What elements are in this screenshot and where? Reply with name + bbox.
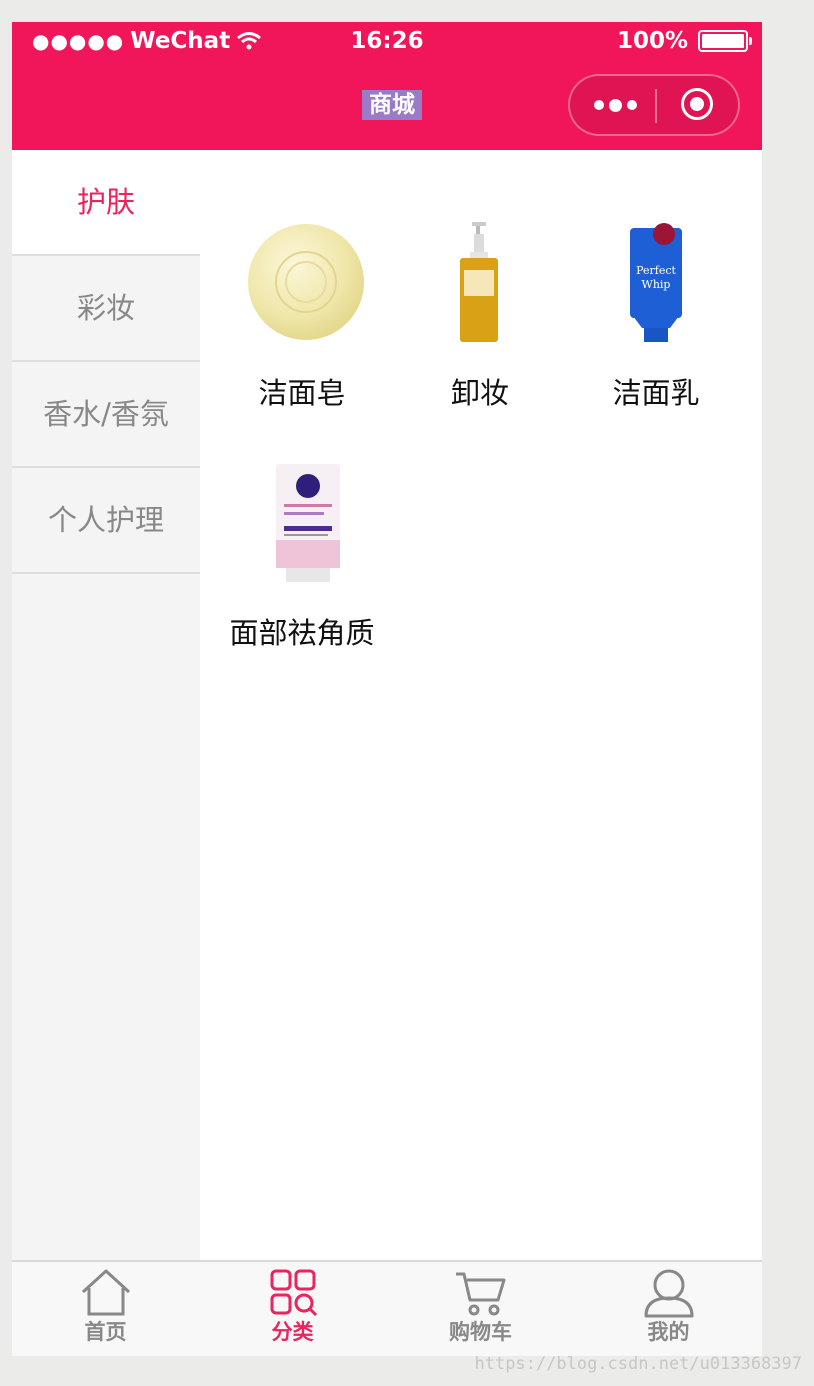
product-name: 卸妆 — [450, 376, 509, 410]
product-name: 洁面乳 — [612, 376, 700, 410]
product-item[interactable]: 卸妆 — [390, 192, 570, 412]
close-miniprogram-icon[interactable] — [681, 88, 713, 120]
mini-program-capsule — [568, 74, 740, 136]
product-name: 面部祛角质 — [229, 616, 375, 650]
product-name: 洁面皂 — [258, 376, 346, 410]
phone-screen: ●●●●● WeChat 16:26 100% 商城 护肤 彩妆 香水/香氛 个… — [12, 22, 762, 1356]
svg-text:Perfect: Perfect — [636, 264, 676, 277]
status-right: 100% — [616, 28, 752, 54]
category-sidebar: 护肤 彩妆 香水/香氛 个人护理 — [12, 150, 200, 1260]
battery-icon — [698, 30, 752, 52]
home-icon — [81, 1269, 130, 1316]
sidebar-item-skincare[interactable]: 护肤 — [12, 150, 200, 256]
page-title: 商城 — [362, 90, 422, 120]
tab-label: 购物车 — [449, 1320, 512, 1344]
product-grid: 洁面皂 卸妆 Perfect Whip 洁面乳 面部祛角质 — [200, 150, 762, 1260]
more-menu-icon[interactable] — [590, 88, 640, 122]
cart-icon — [455, 1272, 505, 1316]
tab-category[interactable]: 分类 — [199, 1262, 386, 1356]
product-item[interactable]: 面部祛角质 — [212, 432, 392, 652]
product-item[interactable]: Perfect Whip 洁面乳 — [566, 192, 746, 412]
battery-percent: 100% — [616, 28, 688, 54]
tab-label: 我的 — [647, 1320, 690, 1344]
nivea-tube-image — [212, 432, 392, 582]
soap-image — [212, 192, 392, 342]
perfect-whip-image: Perfect Whip — [566, 192, 746, 342]
top-bar: ●●●●● WeChat 16:26 100% 商城 — [12, 22, 762, 150]
capsule-divider — [655, 89, 657, 123]
bottom-tab-bar: 首页 分类 购物车 我的 — [12, 1260, 762, 1356]
cleansing-oil-image — [390, 192, 570, 342]
tab-label: 分类 — [271, 1320, 314, 1344]
svg-text:Whip: Whip — [642, 278, 671, 291]
tab-label: 首页 — [84, 1320, 127, 1344]
tab-home[interactable]: 首页 — [12, 1262, 199, 1356]
tab-me[interactable]: 我的 — [575, 1262, 762, 1356]
sidebar-item-fragrance[interactable]: 香水/香氛 — [12, 362, 200, 468]
tab-cart[interactable]: 购物车 — [387, 1262, 574, 1356]
watermark: https://blog.csdn.net/u013368397 — [474, 1354, 802, 1374]
sidebar-item-personal-care[interactable]: 个人护理 — [12, 468, 200, 574]
sidebar-item-makeup[interactable]: 彩妆 — [12, 256, 200, 362]
user-icon — [644, 1269, 693, 1318]
status-bar: ●●●●● WeChat 16:26 100% — [12, 22, 762, 62]
product-item[interactable]: 洁面皂 — [212, 192, 392, 412]
category-icon — [270, 1269, 317, 1317]
